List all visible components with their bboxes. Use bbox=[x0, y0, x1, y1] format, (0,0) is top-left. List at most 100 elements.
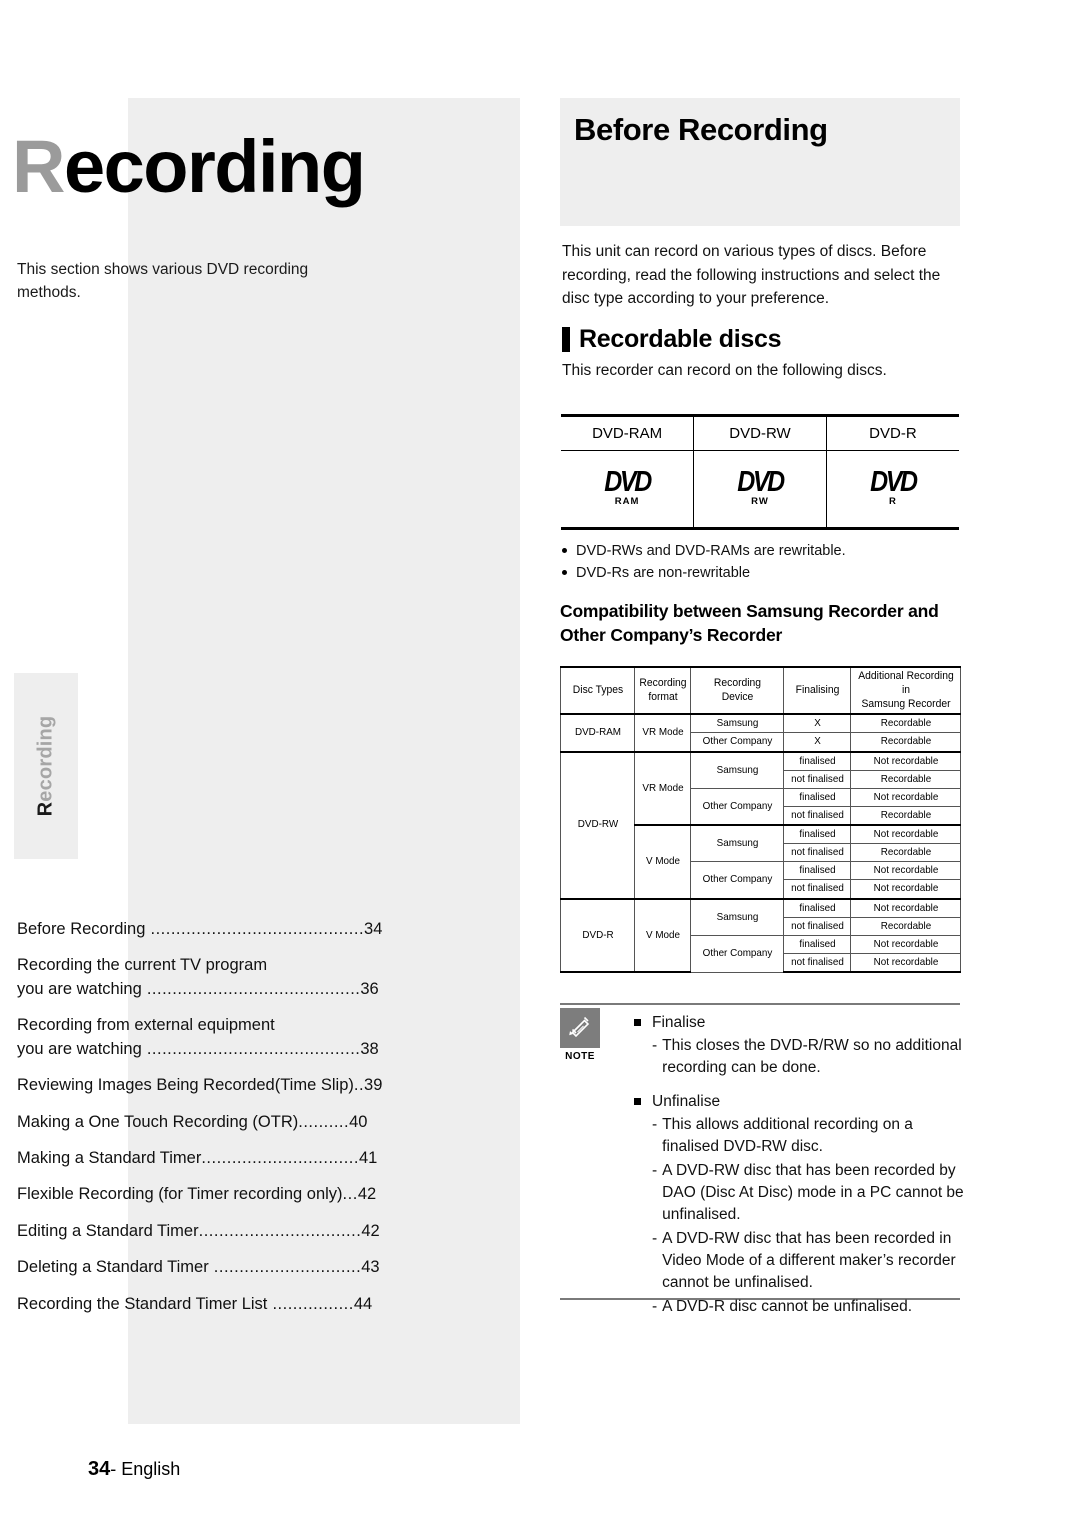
toc-entry[interactable]: Before Recording .......................… bbox=[17, 918, 382, 941]
table-row: DVD-RAM DVD-RW DVD-R bbox=[561, 414, 959, 451]
toc-label: Reviewing Images Being Recorded(Time Sli… bbox=[17, 1076, 354, 1095]
table-row: DVD-RAM VR Mode Samsung X Recordable bbox=[561, 713, 961, 753]
toc-entry[interactable]: Making a Standard Timer.................… bbox=[17, 1147, 377, 1170]
toc-label-cont: you are watching bbox=[17, 979, 142, 998]
cell-recording-device: Other Company bbox=[692, 787, 782, 826]
section-intro-text: This unit can record on various types of… bbox=[562, 243, 941, 308]
cell-disc-type: DVD-RW bbox=[562, 750, 633, 900]
cell-finalising: finalised bbox=[785, 824, 849, 845]
table-row: DVD-RW VR Mode Samsung finalised Not rec… bbox=[561, 750, 961, 900]
cell-finalising: finalised bbox=[785, 750, 849, 771]
cell-recording-format: VR Mode bbox=[635, 750, 690, 826]
subsection-heading-label: Recordable discs bbox=[579, 325, 782, 353]
cell-disc-type: DVD-RAM bbox=[562, 713, 633, 753]
toc-leader: ... bbox=[342, 1185, 358, 1204]
cell-additional-recording: Recordable bbox=[853, 843, 958, 863]
disc-type-header: DVD-RW bbox=[693, 414, 827, 451]
cell-additional-recording: Recordable bbox=[853, 732, 958, 753]
compatibility-heading-line1: Compatibility between Samsung Recorder a… bbox=[560, 601, 939, 621]
toc-leader: ............................. bbox=[208, 1258, 362, 1277]
cell-recording-format: V Mode bbox=[635, 824, 690, 899]
col-header-recording-format: Recording format bbox=[635, 665, 690, 716]
note-icon-block: NOTE bbox=[560, 1008, 600, 1062]
dvd-r-logo-icon: DVD R bbox=[845, 467, 941, 507]
note-subitem: - This closes the DVD-R/RW so no additio… bbox=[652, 1035, 964, 1080]
cell-recording-device: Samsung bbox=[692, 750, 782, 789]
bullet-text: DVD-RWs and DVD-RAMs are rewritable. bbox=[576, 543, 846, 559]
page-title: Before Recording bbox=[574, 112, 828, 147]
list-item: DVD-Rs are non-rewritable bbox=[562, 562, 962, 584]
note-item-title: Finalise bbox=[652, 1014, 706, 1031]
table-header-row: Disc Types Recording format Recording Devi… bbox=[561, 665, 961, 716]
cell-additional-recording: Not recordable bbox=[853, 897, 958, 918]
side-tab-initial: R bbox=[34, 801, 57, 817]
note-item-title: Unfinalise bbox=[652, 1093, 721, 1111]
cell-finalising: finalised bbox=[785, 787, 849, 807]
disc-type-header: DVD-RAM bbox=[561, 414, 694, 451]
toc-entry[interactable]: Recording from external equipment you ar… bbox=[17, 1014, 379, 1061]
cell-additional-recording: Recordable bbox=[853, 713, 958, 734]
cell-additional-recording: Recordable bbox=[853, 805, 958, 826]
disc-logo-cell: DVD R bbox=[825, 450, 959, 530]
dash-marker: - bbox=[652, 1161, 658, 1179]
rewritable-bullet-list: DVD-RWs and DVD-RAMs are rewritable. DVD… bbox=[562, 540, 962, 585]
note-item-title-row: Finalise bbox=[634, 1012, 964, 1034]
cell-recording-device: Samsung bbox=[692, 713, 782, 734]
cell-finalising: finalised bbox=[785, 861, 849, 881]
toc-leader: ........................................… bbox=[141, 1039, 361, 1058]
note-top-divider bbox=[560, 1003, 960, 1005]
square-bullet-icon bbox=[634, 1098, 641, 1106]
toc-label: Recording from external equipment bbox=[17, 1016, 275, 1035]
toc-leader: ................ bbox=[267, 1294, 354, 1313]
cell-finalising: not finalised bbox=[785, 769, 849, 789]
note-item: Unfinalise - This allows additional reco… bbox=[634, 1091, 964, 1318]
side-tab-label: Recording bbox=[35, 716, 58, 817]
cell-finalising: finalised bbox=[785, 897, 849, 918]
toc-entry[interactable]: Reviewing Images Being Recorded(Time Sli… bbox=[17, 1074, 382, 1097]
square-bullet-icon bbox=[634, 1019, 641, 1026]
cell-additional-recording: Not recordable bbox=[853, 824, 958, 845]
disc-logo-cell: DVD RW bbox=[693, 450, 827, 530]
toc-entry[interactable]: Recording the current TV program you are… bbox=[17, 954, 379, 1001]
toc-label: Editing a Standard Timer bbox=[17, 1221, 199, 1240]
cell-recording-format: V Mode bbox=[635, 897, 690, 973]
dvd-ram-logo-icon: DVD RAM bbox=[579, 467, 675, 507]
toc-entry[interactable]: Deleting a Standard Timer ..............… bbox=[17, 1256, 380, 1279]
compatibility-heading-line2: Other Company’s Recorder bbox=[560, 624, 783, 645]
table-row: DVD-R V Mode Samsung finalised Not recor… bbox=[561, 897, 961, 973]
disc-type-header: DVD-R bbox=[825, 414, 959, 451]
cell-additional-recording: Recordable bbox=[853, 769, 958, 789]
cell-finalising: finalised bbox=[785, 934, 849, 954]
toc-leader: ............................... bbox=[201, 1148, 359, 1167]
toc-page: 39 bbox=[364, 1076, 383, 1095]
dash-marker: - bbox=[652, 1036, 658, 1054]
cell-additional-recording: Not recordable bbox=[853, 861, 958, 881]
dash-marker: - bbox=[652, 1297, 658, 1315]
toc-label: Making a One Touch Recording (OTR) bbox=[17, 1112, 299, 1131]
toc-entry[interactable]: Editing a Standard Timer................… bbox=[17, 1220, 380, 1243]
cell-additional-recording: Not recordable bbox=[853, 934, 958, 954]
toc-label: Before Recording bbox=[17, 920, 146, 938]
list-item: DVD-RWs and DVD-RAMs are rewritable. bbox=[562, 540, 962, 562]
note-subitem: - A DVD-RW disc that has been recorded i… bbox=[652, 1228, 964, 1295]
cell-finalising: not finalised bbox=[785, 805, 849, 826]
chapter-title-initial: R bbox=[12, 125, 65, 208]
chapter-intro-text: This section shows various DVD recording… bbox=[17, 261, 309, 302]
toc-entry[interactable]: Flexible Recording (for Timer recording … bbox=[17, 1183, 376, 1206]
toc-page: 42 bbox=[361, 1221, 380, 1240]
cell-additional-recording: Not recordable bbox=[853, 787, 958, 807]
toc-entry[interactable]: Recording the Standard Timer List ......… bbox=[17, 1293, 375, 1316]
toc-entry[interactable]: Making a One Touch Recording (OTR)......… bbox=[17, 1111, 375, 1134]
cell-recording-device: Other Company bbox=[692, 934, 782, 973]
cell-recording-format: VR Mode bbox=[635, 713, 690, 753]
dash-marker: - bbox=[652, 1116, 658, 1133]
toc-label: Flexible Recording (for Timer recording … bbox=[17, 1185, 343, 1204]
page-number: 34 bbox=[88, 1458, 111, 1480]
disc-logo-cell: DVD RAM bbox=[561, 450, 694, 530]
manual-page: Recording This section shows various DVD… bbox=[0, 0, 1080, 1526]
cell-finalising: not finalised bbox=[785, 879, 849, 900]
toc-page: 44 bbox=[353, 1294, 373, 1313]
page-footer: 34- English bbox=[88, 1458, 180, 1481]
note-subitem-text: A DVD-RW disc that has been recorded in … bbox=[662, 1229, 956, 1292]
col-header-recording-device: Recording Device bbox=[692, 665, 782, 716]
